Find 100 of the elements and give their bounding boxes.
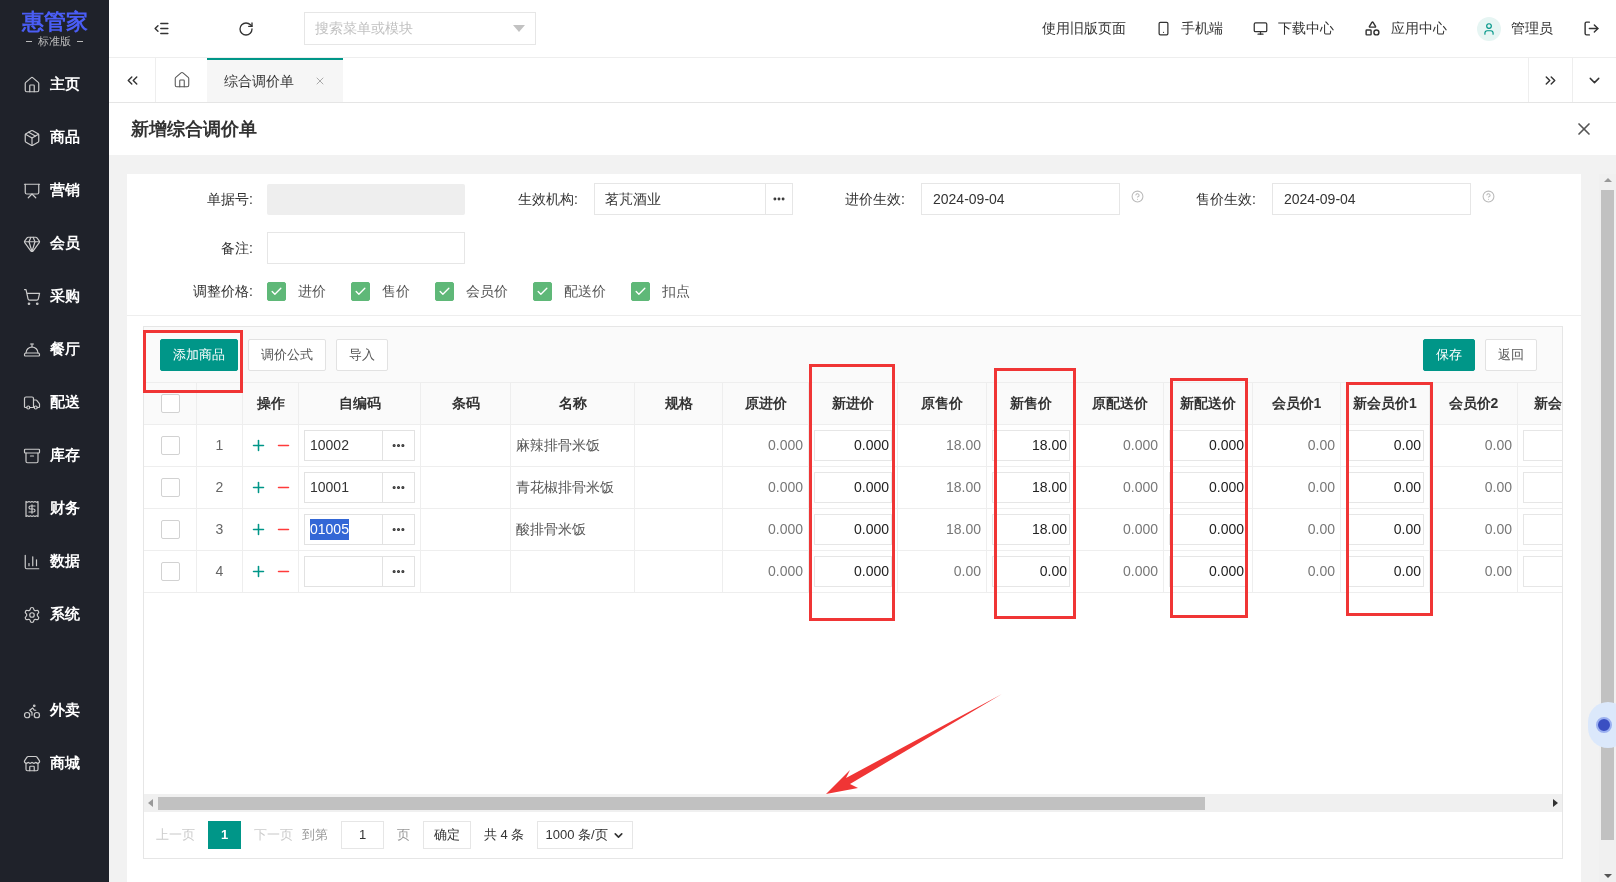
refresh-icon[interactable] bbox=[238, 20, 254, 37]
confirm-button[interactable]: 确定 bbox=[423, 821, 471, 849]
horizontal-scrollbar[interactable] bbox=[144, 794, 1562, 812]
header-link[interactable]: 管理员 bbox=[1477, 16, 1553, 41]
scrollbar-thumb[interactable] bbox=[158, 796, 1205, 810]
phone-icon bbox=[1156, 21, 1171, 36]
checkbox[interactable] bbox=[267, 282, 286, 301]
sidebar-item[interactable]: 主页 bbox=[0, 58, 109, 111]
truck-icon bbox=[23, 393, 41, 412]
price-field[interactable]: 0.00 bbox=[1346, 514, 1424, 545]
sidebar-item[interactable]: 系统 bbox=[0, 588, 109, 641]
code-field[interactable]: 10001 bbox=[304, 472, 415, 503]
text-field[interactable] bbox=[267, 232, 465, 264]
menu-icon[interactable] bbox=[153, 20, 170, 37]
price-field[interactable] bbox=[1523, 514, 1562, 545]
price-field[interactable]: 0.000 bbox=[1169, 514, 1247, 545]
checkbox[interactable] bbox=[160, 520, 180, 539]
checkbox-label: 配送价 bbox=[564, 282, 606, 301]
price-field[interactable]: 0.00 bbox=[1346, 556, 1424, 587]
sidebar-item[interactable]: 财务 bbox=[0, 482, 109, 535]
sidebar-item[interactable]: 库存 bbox=[0, 429, 109, 482]
dropdown-caret-icon bbox=[513, 25, 525, 32]
page-field[interactable]: 1 bbox=[341, 821, 384, 849]
receipt-icon bbox=[23, 499, 41, 518]
table-cell-text: 0.000 bbox=[1122, 520, 1158, 539]
date-field[interactable]: 2024-09-04 bbox=[1272, 183, 1471, 215]
sidebar-item[interactable]: 会员 bbox=[0, 217, 109, 270]
code-value: 01005 bbox=[310, 519, 349, 540]
checkbox[interactable] bbox=[533, 282, 552, 301]
checkbox[interactable] bbox=[351, 282, 370, 301]
checkbox-label: 进价 bbox=[298, 282, 326, 301]
field-label: 调整价格: bbox=[192, 282, 253, 301]
toolbar-button[interactable]: 调价公式 bbox=[248, 338, 326, 371]
column-header: 原售价 bbox=[921, 394, 963, 413]
price-field[interactable]: 0.000 bbox=[1169, 556, 1247, 587]
column-header: 会员价2 bbox=[1448, 394, 1499, 413]
toolbar-button[interactable]: 添加商品 bbox=[160, 338, 238, 371]
sidebar-item[interactable]: 商品 bbox=[0, 111, 109, 164]
price-field[interactable] bbox=[1523, 430, 1562, 461]
date-field[interactable]: 2024-09-04 bbox=[921, 183, 1120, 215]
box-icon bbox=[23, 128, 41, 147]
sidebar-item[interactable]: 采购 bbox=[0, 270, 109, 323]
price-field[interactable]: 0.000 bbox=[814, 430, 892, 461]
table-cell-text: 0.000 bbox=[1122, 436, 1158, 455]
help-icon[interactable] bbox=[1131, 190, 1144, 203]
price-field[interactable]: 0.00 bbox=[992, 556, 1070, 587]
header-link[interactable]: 应用中心 bbox=[1364, 18, 1447, 39]
checkbox-label: 售价 bbox=[382, 282, 410, 301]
scroll-left-arrow-icon[interactable] bbox=[148, 799, 153, 807]
sidebar-item[interactable]: 外卖 bbox=[0, 684, 109, 737]
sidebar-item[interactable]: 营销 bbox=[0, 164, 109, 217]
table-cell-text: 0.000 bbox=[1122, 478, 1158, 497]
logout-icon[interactable] bbox=[1583, 20, 1600, 37]
edition-label: 标准版 bbox=[38, 34, 71, 48]
sidebar-item[interactable]: 餐厅 bbox=[0, 323, 109, 376]
chart-board-icon bbox=[23, 181, 41, 200]
price-field[interactable]: 0.000 bbox=[814, 472, 892, 503]
code-field[interactable] bbox=[304, 556, 415, 587]
home-icon[interactable] bbox=[172, 71, 191, 89]
checkbox[interactable] bbox=[631, 282, 650, 301]
price-field[interactable]: 18.00 bbox=[992, 514, 1070, 545]
user-avatar bbox=[1477, 16, 1501, 41]
org-field[interactable]: 茗芃酒业 bbox=[594, 183, 793, 215]
price-field[interactable]: 0.000 bbox=[1169, 472, 1247, 503]
checkbox[interactable] bbox=[160, 562, 180, 581]
assistant-avatar[interactable] bbox=[1588, 702, 1616, 748]
sidebar-item[interactable]: 数据 bbox=[0, 535, 109, 588]
price-field[interactable]: 18.00 bbox=[992, 472, 1070, 503]
toolbar-button[interactable]: 返回 bbox=[1485, 338, 1537, 371]
check-icon bbox=[634, 285, 647, 298]
price-field[interactable] bbox=[1523, 556, 1562, 587]
sidebar-item[interactable]: 配送 bbox=[0, 376, 109, 429]
toolbar-button[interactable]: 保存 bbox=[1423, 338, 1475, 371]
field-label: 单据号: bbox=[206, 189, 253, 209]
header-link[interactable]: 手机端 bbox=[1156, 18, 1223, 39]
code-field[interactable]: 01005 bbox=[304, 514, 415, 545]
page-size-select[interactable]: 1000 条/页 bbox=[537, 821, 633, 849]
checkbox[interactable] bbox=[435, 282, 454, 301]
column-header: 新配送价 bbox=[1180, 394, 1236, 413]
price-field[interactable]: 0.000 bbox=[1169, 430, 1247, 461]
price-field[interactable]: 0.000 bbox=[814, 514, 892, 545]
header-link[interactable]: 使用旧版页面 bbox=[1042, 18, 1126, 39]
page-tab[interactable]: 综合调价单 bbox=[207, 58, 343, 102]
checkbox[interactable] bbox=[160, 394, 180, 413]
page-number[interactable]: 1 bbox=[208, 821, 241, 849]
price-field[interactable]: 18.00 bbox=[992, 430, 1070, 461]
code-field[interactable]: 10002 bbox=[304, 430, 415, 461]
toolbar-button[interactable]: 导入 bbox=[336, 338, 388, 371]
table-cell-text: 0.000 bbox=[767, 436, 803, 455]
checkbox[interactable] bbox=[160, 436, 180, 455]
checkbox[interactable] bbox=[160, 478, 180, 497]
price-field[interactable]: 0.00 bbox=[1346, 430, 1424, 461]
price-field[interactable] bbox=[1523, 472, 1562, 503]
sidebar-item[interactable]: 商城 bbox=[0, 737, 109, 790]
price-field[interactable]: 0.00 bbox=[1346, 472, 1424, 503]
header-link[interactable]: 下载中心 bbox=[1253, 18, 1334, 39]
column-header: 原进价 bbox=[744, 394, 787, 413]
price-field[interactable]: 0.000 bbox=[814, 556, 892, 587]
help-icon[interactable] bbox=[1482, 190, 1495, 203]
scroll-right-arrow-icon[interactable] bbox=[1553, 799, 1558, 807]
